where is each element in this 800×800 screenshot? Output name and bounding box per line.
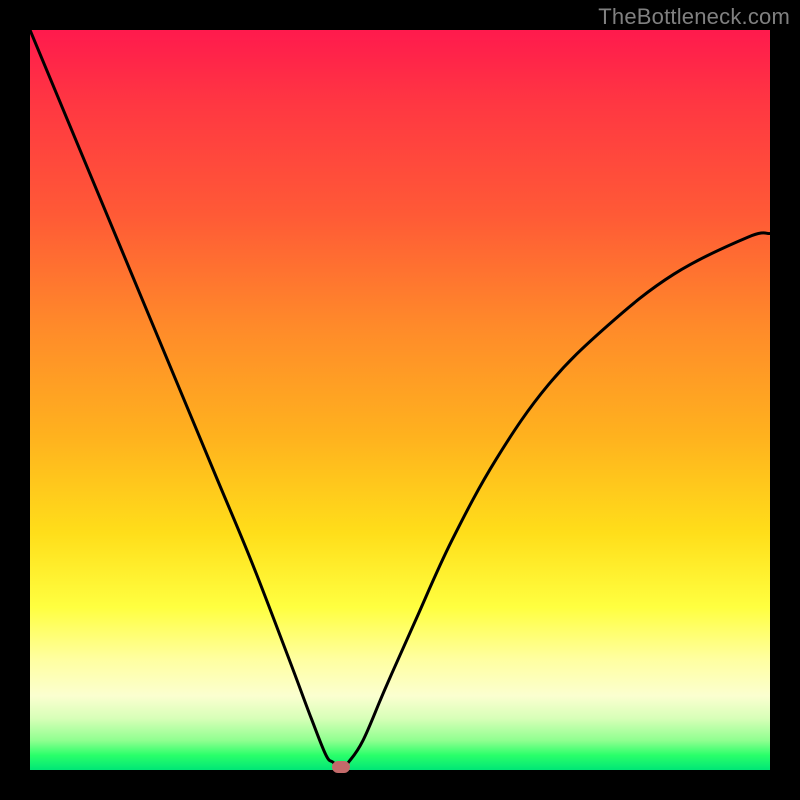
watermark-text: TheBottleneck.com — [598, 4, 790, 30]
plot-area — [30, 30, 770, 770]
chart-frame: TheBottleneck.com — [0, 0, 800, 800]
bottleneck-curve — [30, 30, 770, 770]
minimum-marker — [332, 761, 350, 773]
